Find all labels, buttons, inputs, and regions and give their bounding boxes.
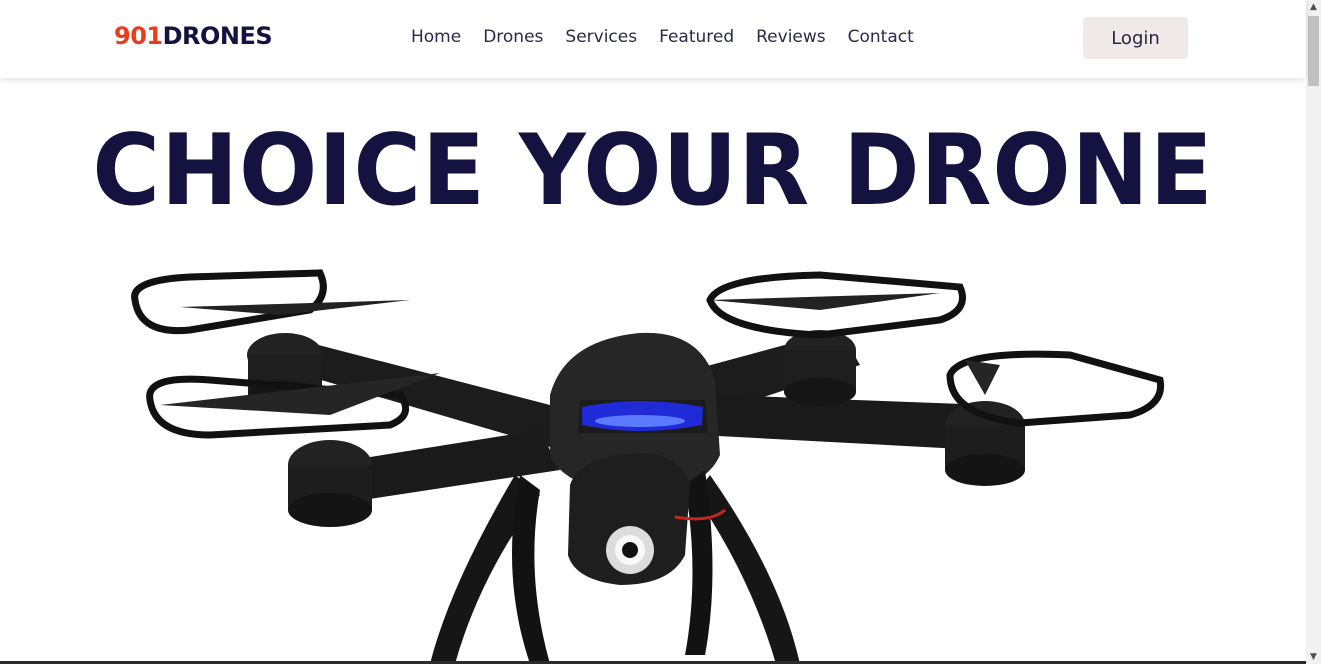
hero-title: CHOICE YOUR DRONE bbox=[92, 114, 1214, 228]
nav-link-featured[interactable]: Featured bbox=[659, 27, 734, 47]
nav-link-reviews[interactable]: Reviews bbox=[756, 27, 826, 47]
nav-link-drones[interactable]: Drones bbox=[483, 27, 543, 47]
page-scrollbar[interactable]: ▲ ▼ bbox=[1306, 0, 1321, 664]
navbar: 901DRONES Home Drones Services Featured … bbox=[0, 0, 1306, 78]
main-nav: Home Drones Services Featured Reviews Co… bbox=[400, 27, 925, 47]
nav-link-services[interactable]: Services bbox=[565, 27, 637, 47]
drone-image bbox=[131, 269, 1165, 664]
brand-main: DRONES bbox=[162, 22, 273, 50]
nav-link-home[interactable]: Home bbox=[411, 27, 461, 47]
chevron-down-icon[interactable]: ▼ bbox=[1306, 650, 1321, 664]
brand-logo[interactable]: 901DRONES bbox=[114, 22, 273, 50]
brand-accent: 901 bbox=[114, 22, 163, 50]
chevron-up-icon[interactable]: ▲ bbox=[1306, 0, 1321, 14]
login-button[interactable]: Login bbox=[1083, 17, 1188, 59]
nav-link-contact[interactable]: Contact bbox=[848, 27, 914, 47]
scrollbar-thumb[interactable] bbox=[1308, 16, 1319, 86]
